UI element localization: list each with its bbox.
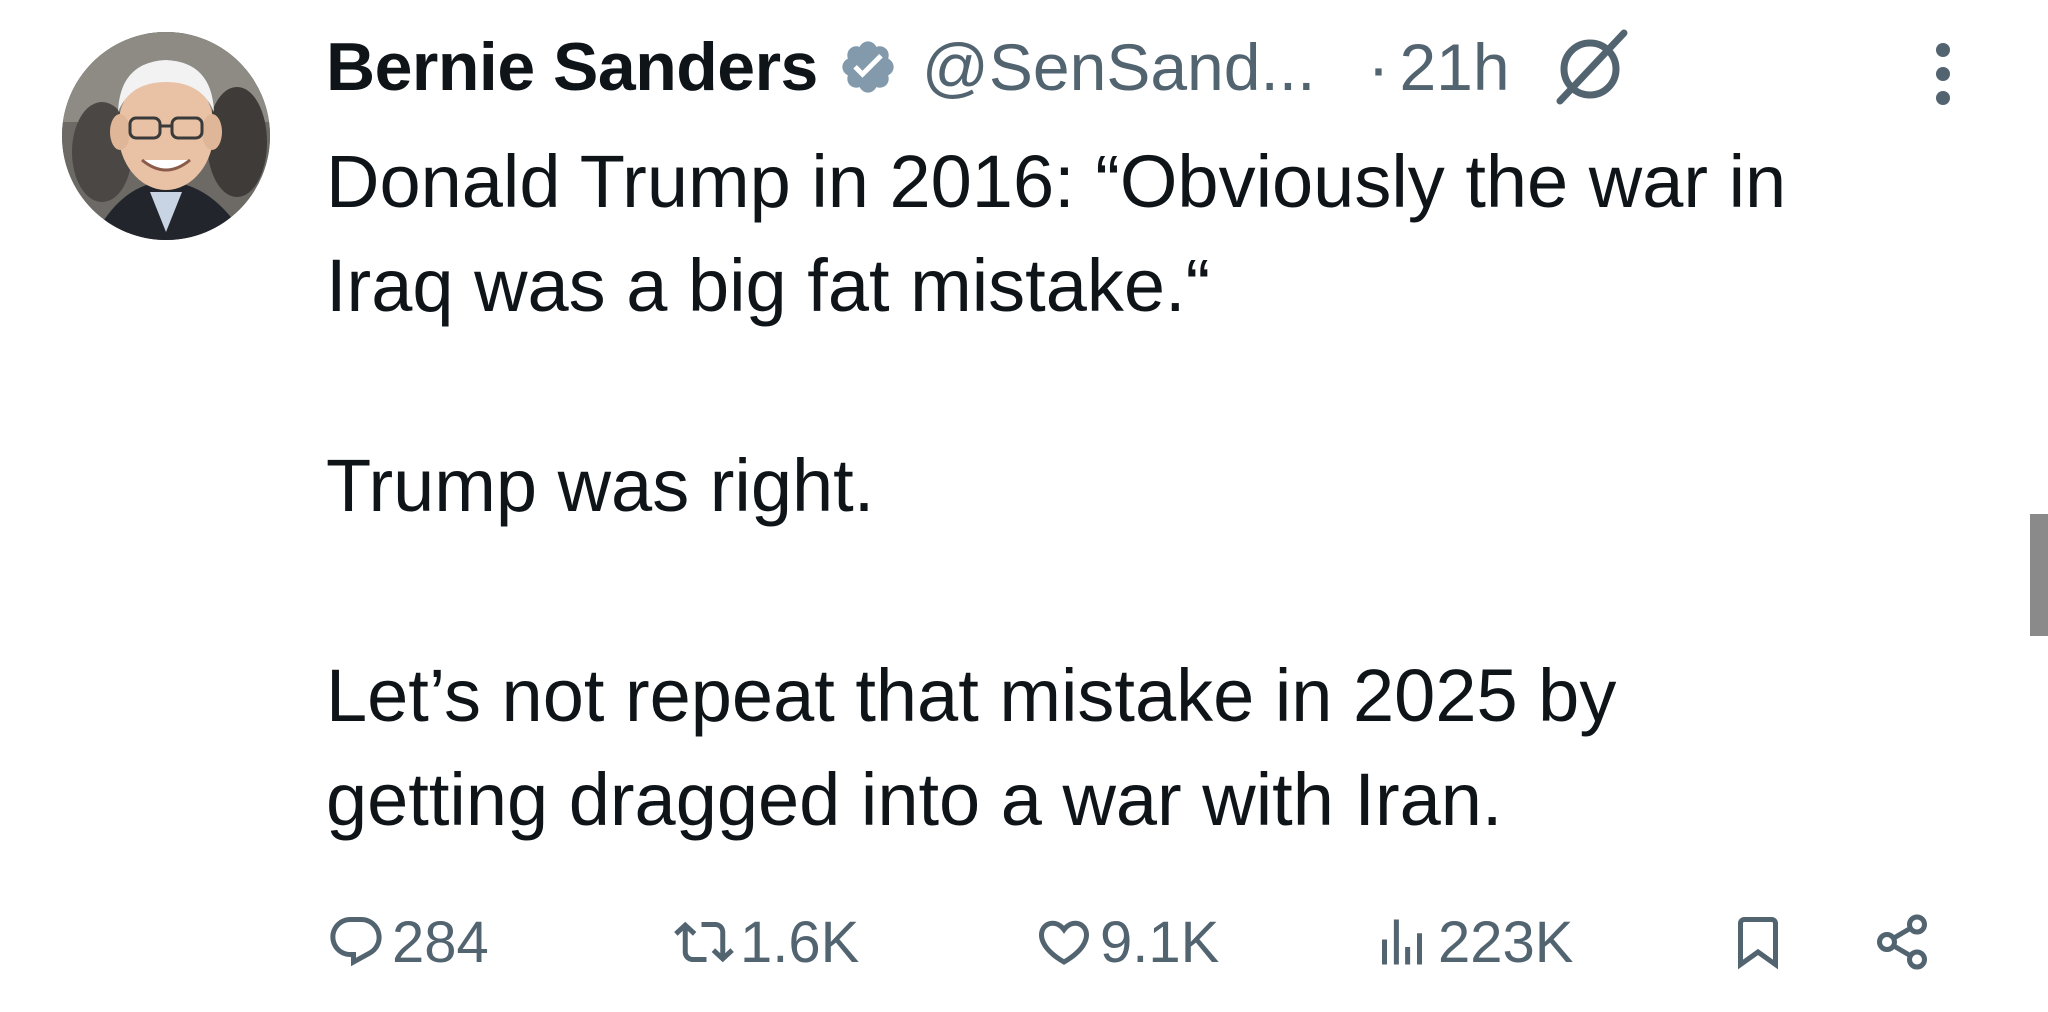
share-icon — [1877, 914, 1927, 970]
user-handle[interactable]: @SenSand... — [922, 29, 1316, 105]
more-vertical-icon[interactable] — [1926, 36, 1960, 112]
avatar[interactable] — [62, 32, 270, 240]
reply-icon — [330, 917, 382, 967]
tweet-text-paragraph: Trump was right. — [326, 444, 875, 527]
repost-icon — [674, 921, 734, 963]
reply-button[interactable]: 284 — [326, 900, 489, 984]
tweet-text-line: Donald Trump in 2016: “Obviously the war… — [326, 140, 1787, 223]
tweet-text-line: Let’s not repeat that mistake in 2025 by — [326, 654, 1617, 737]
tweet-text-line: getting dragged into a war with Iran. — [326, 758, 1503, 841]
bookmark-button[interactable] — [1728, 900, 1794, 984]
avatar-photo — [62, 32, 270, 240]
verified-badge-icon[interactable] — [838, 37, 898, 97]
views-button[interactable]: 223K — [1372, 900, 1573, 984]
like-button[interactable]: 9.1K — [1034, 900, 1219, 984]
display-name[interactable]: Bernie Sanders — [326, 28, 818, 106]
bookmark-icon — [1738, 917, 1778, 970]
share-button[interactable] — [1872, 900, 1938, 984]
views-count: 223K — [1438, 909, 1574, 975]
tweet[interactable]: Bernie Sanders @SenSand... · 21h Donald … — [0, 0, 2048, 1012]
tweet-text: Donald Trump in 2016: “Obviously the war… — [326, 130, 1966, 338]
tweet-header: Bernie Sanders @SenSand... · 21h — [326, 22, 1634, 112]
grok-icon[interactable] — [1550, 25, 1634, 109]
timestamp[interactable]: 21h — [1399, 29, 1509, 105]
action-bar: 284 1.6K 9.1K 223K — [326, 900, 1966, 984]
repost-button[interactable]: 1.6K — [674, 900, 859, 984]
reply-count: 284 — [392, 909, 489, 975]
scrollbar-thumb[interactable] — [2030, 514, 2048, 636]
repost-count: 1.6K — [740, 909, 860, 975]
heart-icon — [1038, 920, 1090, 965]
views-chart-icon — [1382, 919, 1422, 965]
tweet-text-paragraph: Let’s not repeat that mistake in 2025 by… — [326, 644, 1966, 852]
separator-dot: · — [1367, 30, 1390, 104]
like-count: 9.1K — [1100, 909, 1220, 975]
tweet-text-line: Iraq was a big fat mistake.“ — [326, 244, 1211, 327]
